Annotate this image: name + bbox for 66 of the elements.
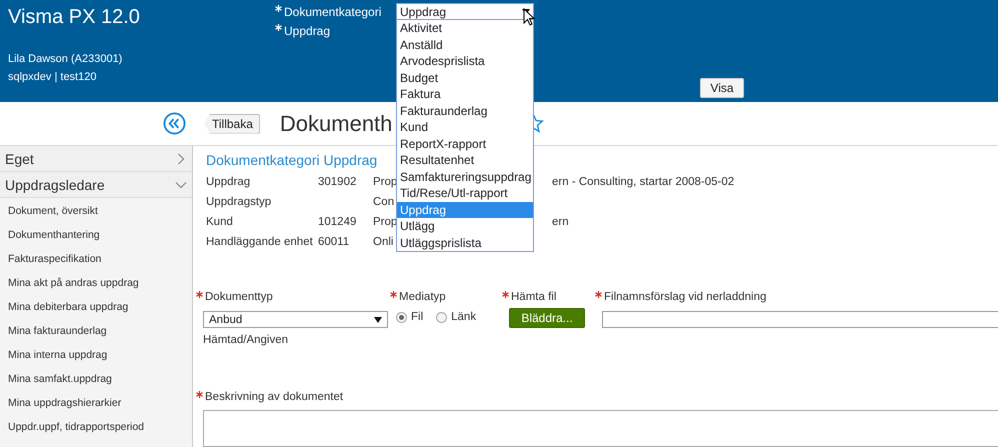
- sidebar-item[interactable]: Uppdr.uppf, tidrapportsperiod: [0, 415, 192, 439]
- radio-label[interactable]: Länk: [451, 311, 476, 323]
- chevron-right-icon: [175, 152, 187, 164]
- info-text: Prop: [373, 215, 398, 230]
- dropdown-option[interactable]: Faktura: [397, 86, 533, 102]
- user-name: Lila Dawson (A233001): [8, 52, 124, 67]
- field-label: Hämta fil: [502, 289, 595, 305]
- dropdown-option[interactable]: Fakturaunderlag: [397, 102, 533, 119]
- dropdown-option[interactable]: Resultatenhet: [397, 152, 533, 168]
- app-title: Visma PX 12.0: [8, 5, 141, 30]
- radio-button[interactable]: [396, 312, 407, 322]
- info-text: Con: [373, 195, 394, 210]
- database-name: sqlpxdev | test120: [8, 70, 98, 85]
- sidebar-item[interactable]: Mina interna uppdrag: [0, 343, 192, 367]
- info-text: 101249: [318, 215, 356, 230]
- info-text: Onli: [373, 235, 394, 250]
- sidebar-group[interactable]: Eget: [0, 146, 192, 172]
- dropdown-option[interactable]: Samfaktureringsuppdrag: [397, 168, 533, 185]
- dropdown-option[interactable]: Aktivitet: [397, 20, 533, 36]
- info-text: Handläggande enhet: [206, 235, 313, 250]
- category-select[interactable]: Uppdrag: [396, 3, 534, 20]
- field-label: Beskrivning av dokumentet: [196, 389, 998, 405]
- filename-input[interactable]: [602, 311, 998, 328]
- dropdown-option[interactable]: Utlägg: [397, 218, 533, 234]
- dropdown-option[interactable]: Anställd: [397, 36, 533, 53]
- radio-button[interactable]: [436, 312, 448, 322]
- sidebar-group[interactable]: Uppdragsledare: [0, 172, 192, 198]
- sidebar-item[interactable]: Mina debiterbara uppdrag: [0, 295, 192, 319]
- field-label: Dokumenttyp: [196, 289, 390, 305]
- info-text: 301902: [318, 175, 356, 190]
- field-label: Mediatyp: [390, 289, 502, 305]
- radio-label[interactable]: Fil: [411, 311, 424, 323]
- sidebar-item[interactable]: Mina akt på andras uppdrag: [0, 271, 192, 295]
- dropdown-option[interactable]: Budget: [397, 70, 533, 86]
- dropdown-option[interactable]: Uppdrag: [397, 202, 533, 218]
- field-label: Filnamnsförslag vid nerladdning: [595, 289, 998, 305]
- dropdown-option[interactable]: Utläggsprislista: [397, 234, 533, 251]
- collapse-icon[interactable]: [163, 112, 186, 135]
- sidebar-item[interactable]: Mina uppdragshierarkier: [0, 391, 192, 415]
- browse-button[interactable]: Bläddra...: [509, 308, 585, 328]
- dropdown-option[interactable]: ReportX-rapport: [397, 136, 533, 152]
- field-label: Uppdrag: [275, 22, 330, 41]
- document-type-select[interactable]: Anbud: [203, 311, 388, 328]
- dropdown-option[interactable]: Tid/Rese/Utl-rapport: [397, 185, 533, 202]
- dropdown-arrow-icon: [374, 316, 382, 322]
- description-textarea[interactable]: [203, 410, 998, 447]
- sidebar-item[interactable]: Fakturaspecifikation: [0, 247, 192, 271]
- info-text: Uppdragstyp: [206, 195, 272, 210]
- sidebar-item[interactable]: Dokument, översikt: [0, 199, 192, 223]
- info-text: Uppdrag: [206, 175, 250, 190]
- info-text: Prop: [373, 175, 398, 190]
- field-label: Dokumentkategori: [275, 3, 382, 22]
- sidebar-item[interactable]: Mina samfakt.uppdrag: [0, 367, 192, 391]
- info-text: ern - Consulting, startar 2008-05-02: [552, 175, 734, 190]
- page-title: Dokumenth: [280, 110, 392, 136]
- info-text: 60011: [318, 235, 350, 250]
- sidebar-item[interactable]: Mina fakturaunderlag: [0, 319, 192, 343]
- sidebar-item[interactable]: Dokumenthantering: [0, 223, 192, 247]
- dropdown-option[interactable]: Kund: [397, 119, 533, 136]
- field-note: Hämtad/Angiven: [203, 334, 290, 346]
- back-button[interactable]: Tillbaka: [204, 114, 260, 134]
- section-title: Dokumentkategori Uppdrag: [206, 151, 378, 169]
- info-text: Kund: [206, 215, 233, 230]
- show-button[interactable]: Visa: [700, 78, 744, 98]
- dropdown-option[interactable]: Arvodesprislista: [397, 53, 533, 70]
- info-text: ern: [552, 215, 569, 230]
